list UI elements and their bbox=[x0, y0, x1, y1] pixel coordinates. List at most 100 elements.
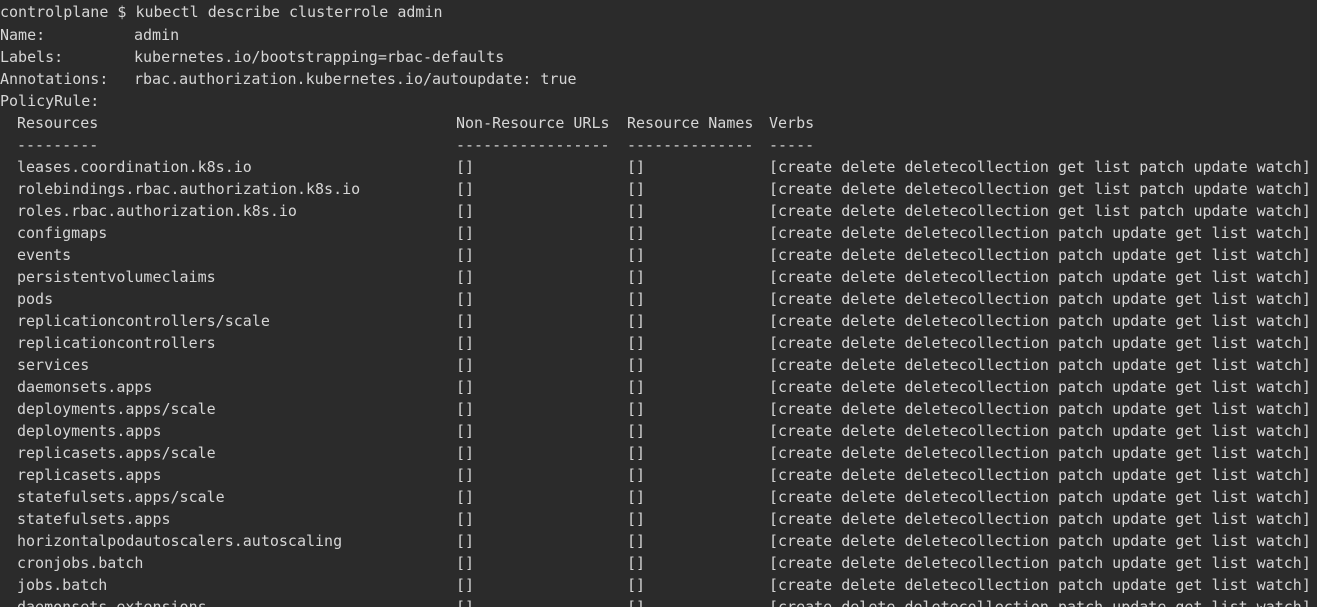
cell-resource-names: [] bbox=[627, 202, 646, 220]
table-row: deployments.apps [] [] [create delete delet… bbox=[0, 420, 1317, 442]
cell-resource-names: [] bbox=[627, 510, 646, 528]
table-row: replicationcontrollers/scale [] [] [create … bbox=[0, 310, 1317, 332]
cell-resource-names: [] bbox=[627, 158, 646, 176]
separator-resource-names: -------------- bbox=[627, 136, 754, 154]
cell-non-resource-urls: [] bbox=[456, 400, 475, 418]
cell-resource-names: [] bbox=[627, 334, 646, 352]
cell-resource-names: [] bbox=[627, 378, 646, 396]
cell-resources: deployments.apps/scale bbox=[17, 400, 216, 418]
cell-resources: statefulsets.apps bbox=[17, 510, 171, 528]
cell-resources: jobs.batch bbox=[17, 576, 108, 594]
cell-resources: leases.coordination.k8s.io bbox=[17, 158, 252, 176]
cell-verbs: [create delete deletecollection get list… bbox=[769, 180, 1311, 198]
table-row: replicationcontrollers [] [] [create delete… bbox=[0, 332, 1317, 354]
cell-resource-names: [] bbox=[627, 224, 646, 242]
field-labels-value: kubernetes.io/bootstrapping=rbac-default… bbox=[134, 48, 505, 66]
cell-resources: daemonsets.apps bbox=[17, 378, 153, 396]
cell-resources: configmaps bbox=[17, 224, 108, 242]
field-annotations-value: rbac.authorization.kubernetes.io/autoupd… bbox=[134, 70, 577, 88]
separator-verbs: ----- bbox=[769, 136, 815, 154]
table-row: horizontalpodautoscalers.autoscaling [] []… bbox=[0, 530, 1317, 552]
cell-non-resource-urls: [] bbox=[456, 422, 475, 440]
table-header-row: Resources Non-Resource URLs Resource Nam… bbox=[0, 112, 1317, 134]
cell-resource-names: [] bbox=[627, 598, 646, 607]
separator-non-resource-urls: ----------------- bbox=[456, 136, 610, 154]
table-row: replicasets.apps [] [] [create delete delet… bbox=[0, 464, 1317, 486]
cell-resource-names: [] bbox=[627, 466, 646, 484]
cell-verbs: [create delete deletecollection patch up… bbox=[769, 356, 1311, 374]
cell-verbs: [create delete deletecollection patch up… bbox=[769, 598, 1311, 607]
cell-resources: pods bbox=[17, 290, 54, 308]
cell-non-resource-urls: [] bbox=[456, 312, 475, 330]
cell-resources: persistentvolumeclaims bbox=[17, 268, 216, 286]
field-labels-label: Labels: bbox=[0, 48, 64, 66]
field-name-value: admin bbox=[134, 26, 180, 44]
cell-verbs: [create delete deletecollection patch up… bbox=[769, 466, 1311, 484]
prompt-line: controlplane $ kubectl describe clusterr… bbox=[0, 0, 1317, 24]
cell-resource-names: [] bbox=[627, 576, 646, 594]
table-row: roles.rbac.authorization.k8s.io [] [] [crea… bbox=[0, 200, 1317, 222]
cell-resource-names: [] bbox=[627, 268, 646, 286]
cell-verbs: [create delete deletecollection patch up… bbox=[769, 290, 1311, 308]
prompt-command-text: controlplane $ kubectl describe clusterr… bbox=[0, 3, 443, 21]
policy-rule-table-body: leases.coordination.k8s.io [] [] [create de… bbox=[0, 156, 1317, 607]
header-non-resource-urls: Non-Resource URLs bbox=[456, 114, 610, 132]
cell-resource-names: [] bbox=[627, 400, 646, 418]
cell-verbs: [create delete deletecollection patch up… bbox=[769, 576, 1311, 594]
field-name-label: Name: bbox=[0, 26, 46, 44]
cell-non-resource-urls: [] bbox=[456, 224, 475, 242]
cell-resource-names: [] bbox=[627, 312, 646, 330]
cell-non-resource-urls: [] bbox=[456, 532, 475, 550]
cell-non-resource-urls: [] bbox=[456, 180, 475, 198]
table-row: statefulsets.apps/scale [] [] [create delet… bbox=[0, 486, 1317, 508]
cell-non-resource-urls: [] bbox=[456, 576, 475, 594]
cell-resources: services bbox=[17, 356, 90, 374]
table-row: jobs.batch [] [] [create delete deletecolle… bbox=[0, 574, 1317, 596]
table-separator-row: --------- ----------------- ------------… bbox=[0, 134, 1317, 156]
field-annotations-label: Annotations: bbox=[0, 70, 109, 88]
header-resource-names: Resource Names bbox=[627, 114, 754, 132]
cell-non-resource-urls: [] bbox=[456, 356, 475, 374]
cell-resources: rolebindings.rbac.authorization.k8s.io bbox=[17, 180, 361, 198]
policyrule-label-text: PolicyRule: bbox=[0, 92, 100, 110]
field-annotations: Annotations: rbac.authorization.kubernete… bbox=[0, 68, 1317, 90]
cell-verbs: [create delete deletecollection patch up… bbox=[769, 334, 1311, 352]
table-row: deployments.apps/scale [] [] [create delete… bbox=[0, 398, 1317, 420]
cell-resources: roles.rbac.authorization.k8s.io bbox=[17, 202, 297, 220]
cell-verbs: [create delete deletecollection patch up… bbox=[769, 268, 1311, 286]
terminal-window[interactable]: controlplane $ kubectl describe clusterr… bbox=[0, 0, 1317, 607]
cell-verbs: [create delete deletecollection patch up… bbox=[769, 312, 1311, 330]
cell-non-resource-urls: [] bbox=[456, 444, 475, 462]
cell-resources: replicationcontrollers/scale bbox=[17, 312, 270, 330]
cell-non-resource-urls: [] bbox=[456, 378, 475, 396]
cell-verbs: [create delete deletecollection get list… bbox=[769, 158, 1311, 176]
cell-non-resource-urls: [] bbox=[456, 158, 475, 176]
cell-resource-names: [] bbox=[627, 290, 646, 308]
cell-resource-names: [] bbox=[627, 532, 646, 550]
cell-verbs: [create delete deletecollection patch up… bbox=[769, 400, 1311, 418]
table-row: pods [] [] [create delete deletecollection … bbox=[0, 288, 1317, 310]
cell-resources: cronjobs.batch bbox=[17, 554, 144, 572]
cell-non-resource-urls: [] bbox=[456, 466, 475, 484]
cell-resources: replicationcontrollers bbox=[17, 334, 216, 352]
table-row: events [] [] [create delete deletecollectio… bbox=[0, 244, 1317, 266]
table-row: cronjobs.batch [] [] [create delete deletec… bbox=[0, 552, 1317, 574]
cell-non-resource-urls: [] bbox=[456, 246, 475, 264]
cell-resources: horizontalpodautoscalers.autoscaling bbox=[17, 532, 343, 550]
table-row: daemonsets.apps [] [] [create delete delete… bbox=[0, 376, 1317, 398]
cell-resources: daemonsets.extensions bbox=[17, 598, 207, 607]
cell-resources: deployments.apps bbox=[17, 422, 162, 440]
table-row: replicasets.apps/scale [] [] [create delete… bbox=[0, 442, 1317, 464]
table-row: statefulsets.apps [] [] [create delete dele… bbox=[0, 508, 1317, 530]
cell-non-resource-urls: [] bbox=[456, 334, 475, 352]
cell-non-resource-urls: [] bbox=[456, 290, 475, 308]
cell-resources: replicasets.apps/scale bbox=[17, 444, 216, 462]
cell-verbs: [create delete deletecollection patch up… bbox=[769, 444, 1311, 462]
cell-verbs: [create delete deletecollection patch up… bbox=[769, 224, 1311, 242]
cell-verbs: [create delete deletecollection patch up… bbox=[769, 422, 1311, 440]
table-row: daemonsets.extensions [] [] [create delete … bbox=[0, 596, 1317, 607]
policyrule-section-label: PolicyRule: bbox=[0, 90, 1317, 112]
table-row: configmaps [] [] [create delete deletecolle… bbox=[0, 222, 1317, 244]
table-row: leases.coordination.k8s.io [] [] [create de… bbox=[0, 156, 1317, 178]
cell-resource-names: [] bbox=[627, 488, 646, 506]
